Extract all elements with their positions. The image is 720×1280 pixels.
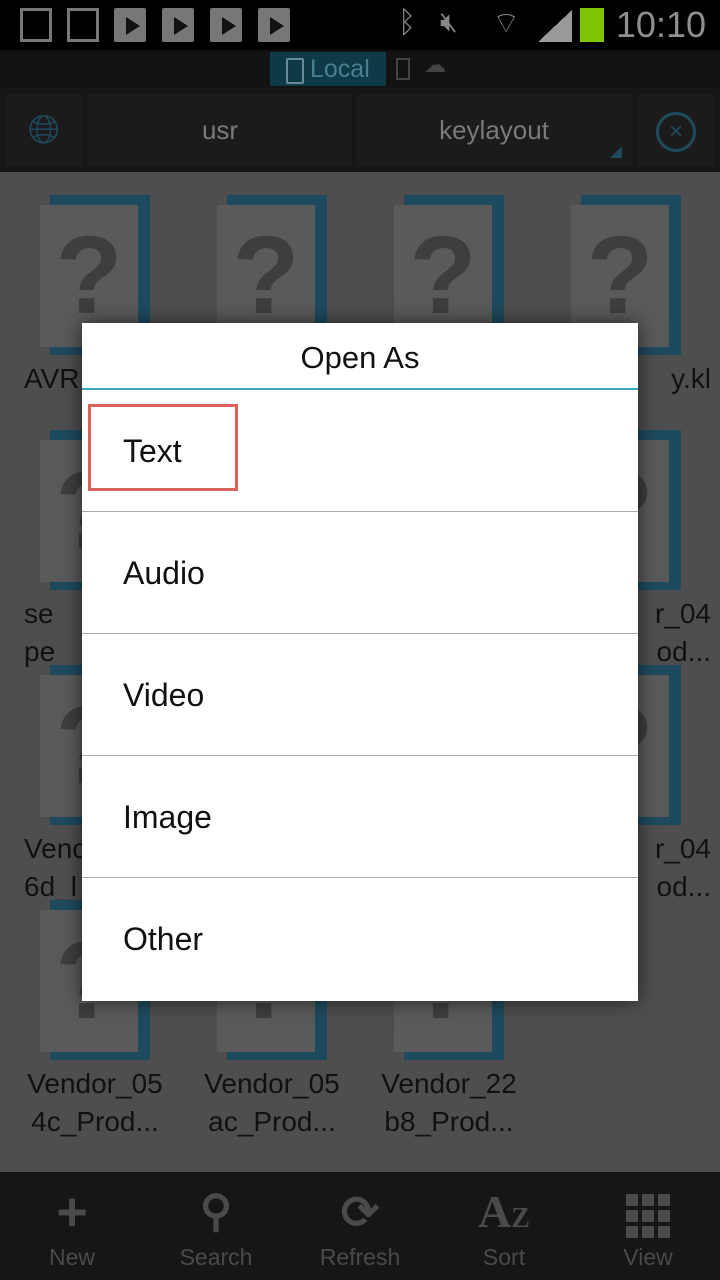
- search-icon: ⚲: [199, 1187, 233, 1236]
- option-video[interactable]: Video: [82, 634, 638, 756]
- refresh-icon: ⟳: [340, 1186, 380, 1238]
- file-name: Vendor_05 4c_Prod...: [27, 1068, 163, 1137]
- sort-label: Sort: [482, 1244, 526, 1270]
- dialog-title: Open As: [82, 323, 638, 390]
- breadcrumb-label: keylayout: [439, 115, 549, 145]
- new-label: New: [48, 1244, 95, 1270]
- play-store-icon: [162, 8, 194, 42]
- refresh-button[interactable]: ⟳ Refresh: [288, 1172, 432, 1280]
- file-name: Vendor_22 b8_Prod...: [381, 1068, 517, 1137]
- highlight-box: [88, 404, 238, 491]
- view-label: View: [623, 1244, 673, 1270]
- breadcrumb-usr[interactable]: usr: [88, 94, 352, 166]
- close-icon: ×: [656, 112, 696, 152]
- bottom-toolbar: + New ⚲ Search ⟳ Refresh AZ Sort View: [0, 1172, 720, 1280]
- battery-icon: [580, 8, 604, 42]
- bluetooth-icon: ᛒ: [398, 6, 416, 39]
- open-as-dialog: Open As Text Audio Video Image Other: [82, 323, 638, 1001]
- sd-card-icon: [20, 8, 52, 42]
- wifi-icon: ⌔: [492, 7, 521, 40]
- search-label: Search: [179, 1244, 253, 1270]
- close-button[interactable]: ×: [638, 94, 714, 166]
- network-icon[interactable]: [396, 58, 410, 80]
- option-other[interactable]: Other: [82, 878, 638, 1000]
- gallery-icon: [67, 8, 99, 42]
- sort-button[interactable]: AZ Sort: [432, 1172, 576, 1280]
- new-button[interactable]: + New: [0, 1172, 144, 1280]
- play-store-icon: [210, 8, 242, 42]
- breadcrumb-keylayout[interactable]: keylayout: [356, 94, 632, 166]
- dropdown-corner-icon: [610, 146, 622, 158]
- search-button[interactable]: ⚲ Search: [144, 1172, 288, 1280]
- option-audio[interactable]: Audio: [82, 512, 638, 634]
- file-name: Vendor_05 ac_Prod...: [204, 1068, 340, 1137]
- location-tabs: Local ☁: [0, 50, 720, 88]
- option-image[interactable]: Image: [82, 756, 638, 878]
- play-store-icon: [114, 8, 146, 42]
- status-bar: ᛒ 🔇︎ ⌔ 10:10: [0, 0, 720, 50]
- cloud-icon[interactable]: ☁: [424, 52, 446, 78]
- globe-phone-button[interactable]: 🌐︎: [6, 94, 82, 166]
- grid-view-icon: [576, 1172, 720, 1244]
- play-store-icon: [258, 8, 290, 42]
- clock: 10:10: [615, 4, 706, 45]
- view-button[interactable]: View: [576, 1172, 720, 1280]
- breadcrumb: 🌐︎ usr keylayout ×: [0, 88, 720, 172]
- refresh-label: Refresh: [319, 1244, 401, 1270]
- signal-icon: [538, 10, 572, 42]
- plus-icon: +: [56, 1182, 88, 1242]
- globe-phone-icon: 🌐︎: [28, 108, 60, 152]
- mute-icon: 🔇︎: [440, 6, 458, 37]
- sort-az-icon: AZ: [478, 1186, 530, 1237]
- tab-local[interactable]: Local: [270, 52, 386, 86]
- option-text[interactable]: Text: [82, 390, 638, 512]
